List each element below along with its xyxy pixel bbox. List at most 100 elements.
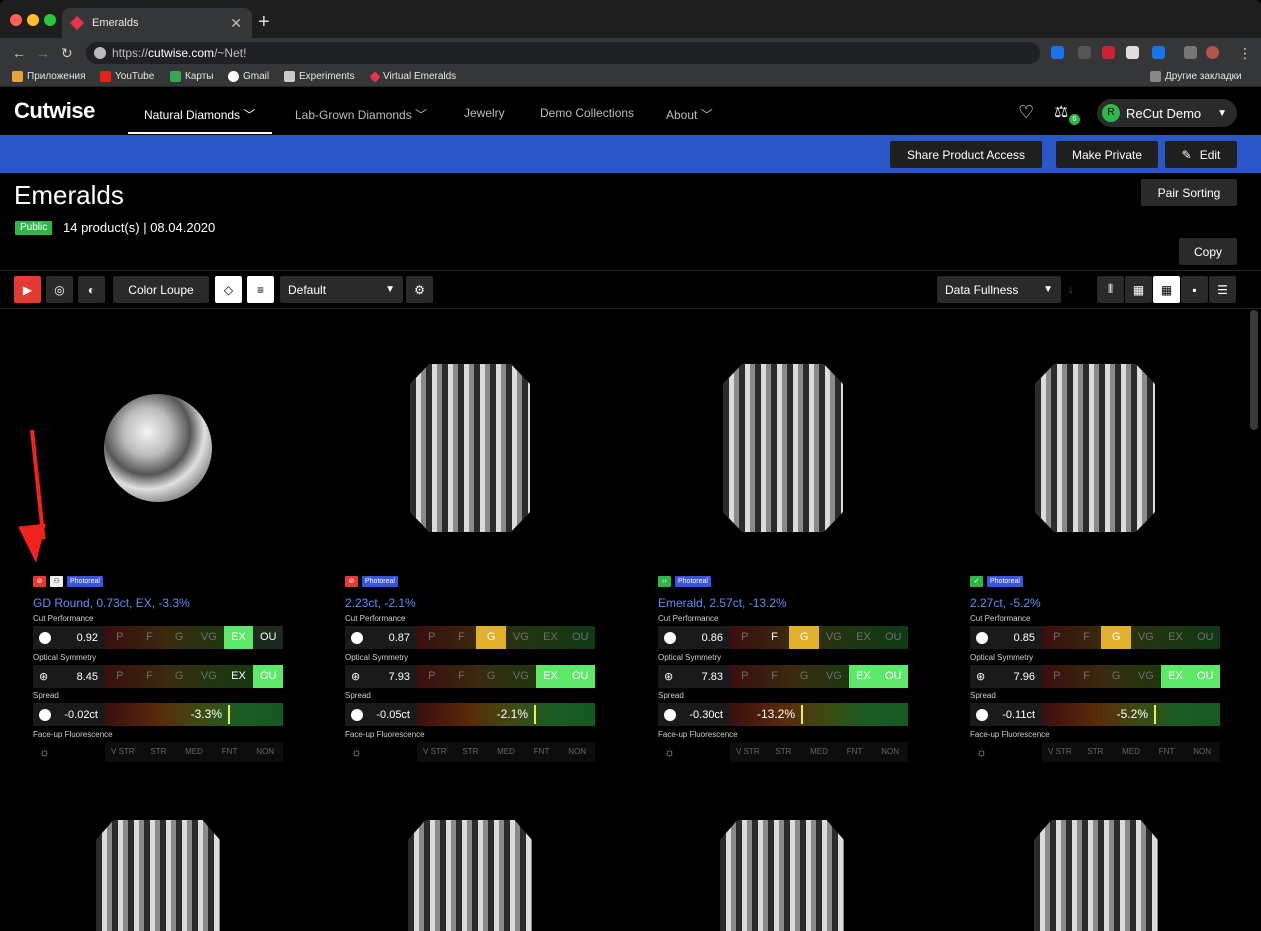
product-image[interactable] [1034, 820, 1158, 931]
color-loupe-button[interactable]: Color Loupe [113, 276, 209, 303]
bookmark-youtube[interactable]: YouTube [100, 71, 154, 82]
product-name[interactable]: 2.27ct, -5.2% [970, 596, 1041, 610]
product-image[interactable] [658, 328, 908, 568]
reading-list-icon[interactable] [1184, 46, 1197, 59]
extension-icon[interactable] [1152, 46, 1165, 59]
bookmark-gmail[interactable]: Gmail [228, 71, 269, 82]
spread-marker [1154, 705, 1156, 724]
product-card[interactable]: ✓ Photoreal 2.27ct, -5.2% Cut Performance… [970, 328, 1221, 768]
page-scrollbar[interactable] [1250, 310, 1258, 430]
symmetry-grade-scale: P F G VG EX OU [417, 665, 596, 688]
apps-icon [12, 71, 23, 82]
product-name[interactable]: Emerald, 2.57ct, -13.2% [658, 596, 787, 610]
reload-icon[interactable]: ↻ [61, 45, 73, 62]
bookmark-apps[interactable]: Приложения [12, 71, 86, 82]
nav-lab-grown-diamonds[interactable]: Lab-Grown Diamonds ﹀ [295, 106, 427, 123]
bookmark-experiments[interactable]: Experiments [284, 71, 355, 82]
grade-cell: F [458, 670, 465, 682]
back-icon[interactable]: ← [12, 45, 26, 61]
grade-cell: VG [1137, 670, 1154, 682]
diamond-ring-icon[interactable]: ◇ [215, 276, 242, 303]
product-image[interactable] [408, 820, 532, 931]
cutwise-logo[interactable]: Cutwise [14, 98, 95, 124]
preset-select[interactable]: Default ▼ [280, 276, 403, 303]
fluor-cell: MED [185, 747, 203, 756]
cut-grade-scale: P F G VG EX OU [1042, 626, 1220, 649]
close-window-button[interactable] [10, 14, 22, 26]
user-menu-button[interactable]: R ReCut Demo ▼ [1097, 99, 1237, 127]
play-icon[interactable]: ▶ [14, 276, 41, 303]
pair-sorting-button[interactable]: Pair Sorting [1141, 179, 1237, 206]
new-tab-icon[interactable]: + [258, 12, 270, 32]
fluorescence-label: Face-up Fluorescence [658, 730, 738, 739]
product-image[interactable] [96, 820, 220, 931]
spread-bar: -5.2% [1042, 703, 1220, 726]
url-input[interactable]: https://cutwise.com/~Net! [86, 42, 1040, 64]
extension-icon[interactable] [1078, 46, 1091, 59]
close-tab-icon[interactable]: ✕ [230, 15, 242, 32]
product-image[interactable] [345, 328, 595, 568]
product-name[interactable]: GD Round, 0.73ct, EX, -3.3% [33, 596, 190, 610]
maximize-window-button[interactable] [44, 14, 56, 26]
sort-direction-icon[interactable]: ↓ [1068, 282, 1074, 296]
extension-icon[interactable] [1126, 46, 1139, 59]
settings-gear-icon[interactable]: ⚙ [406, 276, 433, 303]
fluor-cell: NON [256, 747, 275, 756]
product-card[interactable]: ‹› Photoreal Emerald, 2.57ct, -13.2% Cut … [658, 328, 909, 768]
view-list-icon[interactable]: ☰ [1209, 276, 1236, 303]
make-private-button[interactable]: Make Private [1056, 141, 1158, 168]
nav-jewelry[interactable]: Jewelry [464, 106, 505, 120]
copy-button[interactable]: Copy [1179, 238, 1237, 265]
optical-symmetry-label: Optical Symmetry [658, 653, 722, 662]
share-product-access-button[interactable]: Share Product Access [890, 141, 1042, 168]
drop-icon[interactable]: ◐ [78, 276, 105, 303]
view-grid-icon[interactable]: ▦ [1153, 276, 1180, 303]
minimize-window-button[interactable] [27, 14, 39, 26]
badges: ‹› Photoreal [658, 576, 711, 587]
sun-icon: ☼ [39, 745, 50, 759]
google-icon [228, 71, 239, 82]
browser-tab[interactable]: Emeralds ✕ [62, 8, 252, 38]
product-card[interactable]: ⊘ ⚇ Photoreal GD Round, 0.73ct, EX, -3.3% … [33, 328, 284, 768]
product-image[interactable] [33, 328, 283, 568]
extension-icon[interactable] [1102, 46, 1115, 59]
fluorescence-label: Face-up Fluorescence [970, 730, 1050, 739]
product-image[interactable] [970, 328, 1220, 568]
nav-demo-collections[interactable]: Demo Collections [540, 106, 634, 120]
bookmark-maps[interactable]: Карты [170, 71, 214, 82]
product-name[interactable]: 2.23ct, -2.1% [345, 596, 416, 610]
grade-cell: OU [253, 665, 284, 688]
grade-cell: EX [535, 665, 566, 688]
site-info-icon[interactable] [94, 47, 106, 59]
view-small-grid-icon[interactable]: ▦ [1125, 276, 1152, 303]
extension-icon[interactable] [1051, 46, 1064, 59]
sort-select[interactable]: Data Fullness ▼ [937, 276, 1061, 303]
status-badge: ⊘ [345, 576, 358, 587]
cut-performance-row: 0.92 P F G VG EX OU [33, 626, 284, 649]
symmetry-value: 7.93 [388, 670, 410, 683]
cut-performance-row: 0.85 P F G VG EX OU [970, 626, 1220, 649]
fluorescence-scale: V STR STR MED FNT NON [105, 742, 283, 762]
nav-natural-diamonds[interactable]: Natural Diamonds ﹀ [144, 106, 255, 123]
grade-cell: P [428, 670, 436, 682]
view-tiles-icon[interactable]: ▪ [1181, 276, 1208, 303]
cut-grade-scale: P F G VG EX OU [417, 626, 595, 649]
favorites-heart-icon[interactable]: ♡ [1018, 102, 1034, 123]
menu-icon[interactable]: ⋮ [1238, 45, 1252, 62]
gem-render [723, 364, 843, 532]
edit-button[interactable]: ✎ Edit [1165, 141, 1237, 168]
product-card[interactable]: ⊘ Photoreal 2.23ct, -2.1% Cut Performance… [345, 328, 596, 768]
compare-scale-icon[interactable]: ⚖ [1054, 102, 1068, 122]
page-title: Emeralds [14, 180, 124, 210]
view-large-columns-icon[interactable]: ⦀ [1097, 276, 1124, 303]
product-image[interactable] [720, 820, 844, 931]
annotation-arrow-head [18, 523, 50, 565]
forward-icon[interactable]: → [36, 45, 50, 61]
bookmark-virtual-emeralds[interactable]: Virtual Emeralds [369, 70, 456, 83]
profile-icon[interactable] [1206, 46, 1219, 59]
cut-performance-label: Cut Performance [33, 614, 94, 623]
aperture-icon[interactable]: ◎ [46, 276, 73, 303]
nav-about[interactable]: About ﹀ [666, 106, 713, 123]
bookmark-other[interactable]: Другие закладки [1150, 71, 1242, 82]
list-lines-icon[interactable]: ≡ [247, 276, 274, 303]
